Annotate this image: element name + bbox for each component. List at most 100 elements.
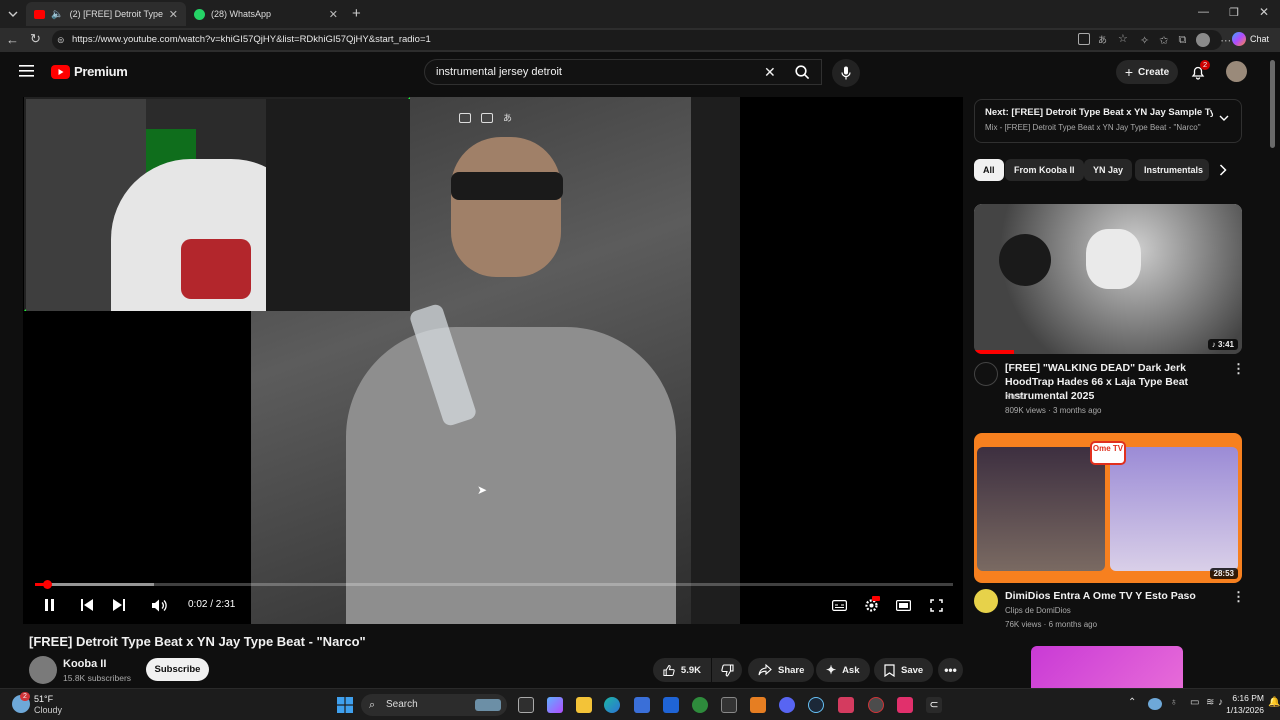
save-button[interactable]: Save [874, 658, 934, 682]
channel-avatar[interactable] [29, 656, 57, 684]
more-vertical-icon[interactable]: ⋮ [1232, 589, 1245, 605]
video-channel[interactable]: Nuski [1005, 392, 1025, 401]
video-thumbnail[interactable] [1031, 646, 1183, 688]
close-tab-icon[interactable]: ✕ [329, 8, 338, 21]
wifi-icon[interactable]: ≋ [1206, 697, 1214, 708]
search-button[interactable] [782, 59, 822, 85]
favorite-star-icon[interactable]: ☆ [1118, 33, 1130, 45]
site-info-icon[interactable]: ⊜ [57, 30, 65, 50]
progress-scrubber-handle[interactable] [42, 580, 52, 589]
video-thumbnail[interactable]: Ome TV 28:53 [974, 433, 1242, 583]
progress-bar[interactable] [35, 580, 953, 589]
copilot-chat-button[interactable]: Chat [1232, 32, 1269, 46]
voice-search-button[interactable] [832, 59, 860, 87]
app-available-icon[interactable] [1078, 33, 1090, 45]
chips-scroll-right-icon[interactable] [1219, 164, 1227, 176]
profile-avatar-icon[interactable] [1196, 33, 1211, 47]
translate-overlay-icon[interactable]: あ [503, 113, 512, 123]
tab-youtube[interactable]: 🔈 (2) [FREE] Detroit Type Beat x ✕ [26, 2, 186, 26]
app-green-icon[interactable] [692, 697, 708, 713]
captions-button[interactable] [829, 596, 849, 614]
theater-mode-button[interactable] [893, 596, 913, 614]
notifications-button[interactable]: 2 [1190, 60, 1211, 80]
chip-yn-jay[interactable]: YN Jay [1084, 159, 1133, 181]
epic-games-icon[interactable] [721, 697, 737, 713]
weather-temp[interactable]: 51°F [34, 694, 53, 704]
video-player[interactable]: あ ➤ 0:02 / 2:31 [23, 97, 963, 624]
file-explorer-icon[interactable] [576, 697, 592, 713]
favorites-icon[interactable]: ✩ [1159, 34, 1168, 47]
chip-from-channel[interactable]: From Kooba II [1005, 159, 1084, 181]
ask-button[interactable]: ✦ Ask [816, 658, 870, 682]
channel-avatar[interactable] [974, 362, 998, 386]
chevron-down-icon[interactable] [1219, 115, 1229, 122]
previous-button[interactable] [77, 596, 97, 614]
windows-start-icon[interactable] [337, 697, 353, 713]
task-view-icon[interactable] [518, 697, 534, 713]
close-tab-icon[interactable]: ✕ [169, 8, 178, 21]
discord-icon[interactable] [779, 697, 795, 713]
copilot-taskbar-icon[interactable] [547, 697, 563, 713]
up-next-panel[interactable]: Next: [FREE] Detroit Type Beat x YN Jay … [974, 99, 1242, 143]
search-input[interactable]: instrumental jersey detroit [424, 59, 822, 85]
video-channel[interactable]: Clips de DomiDios [1005, 606, 1071, 615]
microsoft-store-icon[interactable] [634, 697, 650, 713]
tab-whatsapp[interactable]: (28) WhatsApp ✕ [186, 2, 346, 26]
channel-name[interactable]: Kooba II [63, 658, 106, 670]
display-tray-icon[interactable]: ▭ [1190, 697, 1199, 708]
mail-app-icon[interactable] [838, 697, 854, 713]
vlc-icon[interactable] [750, 697, 766, 713]
youtube-logo[interactable]: Premium [51, 64, 128, 79]
picture-in-picture-icon[interactable] [459, 113, 471, 123]
steam-icon[interactable] [808, 697, 824, 713]
account-avatar[interactable] [1226, 61, 1247, 82]
subscribe-button[interactable]: Subscribe [146, 658, 209, 681]
dislike-button[interactable] [712, 658, 742, 682]
microphone-tray-icon[interactable]: ♁ [1170, 697, 1178, 708]
share-button[interactable]: Share [748, 658, 815, 682]
show-hidden-icons-chevron[interactable]: ⌃ [1128, 697, 1136, 708]
video-thumbnail[interactable]: ♪ 3:41 [974, 204, 1242, 354]
video-title[interactable]: DimiDios Entra A Ome TV Y Esto Paso [1005, 589, 1230, 603]
outlook-icon[interactable] [663, 697, 679, 713]
chip-all[interactable]: All [974, 159, 1004, 181]
notification-center-icon[interactable]: 🔔 [1268, 697, 1280, 708]
clear-search-icon[interactable]: ✕ [764, 64, 776, 81]
visual-search-icon[interactable] [481, 113, 493, 123]
hamburger-menu-icon[interactable] [19, 65, 34, 77]
video-title[interactable]: [FREE] "WALKING DEAD" Dark Jerk HoodTrap… [1005, 361, 1230, 403]
onedrive-icon[interactable] [1148, 698, 1162, 710]
more-actions-button[interactable]: ••• [938, 658, 963, 682]
next-button[interactable] [109, 596, 129, 614]
page-scrollbar-thumb[interactable] [1270, 60, 1275, 148]
fullscreen-button[interactable] [926, 596, 946, 614]
pause-button[interactable] [39, 596, 59, 614]
translate-icon[interactable]: あ [1098, 33, 1110, 45]
clock[interactable]: 6:16 PM 1/13/2026 [1222, 693, 1264, 715]
back-arrow-icon[interactable]: ← [6, 33, 19, 47]
audio-playing-icon[interactable]: 🔈 [51, 9, 63, 20]
new-tab-plus-icon[interactable]: + [352, 5, 361, 22]
capcut-icon[interactable]: ⊂ [926, 697, 942, 713]
close-window-icon[interactable]: ✕ [1259, 5, 1269, 19]
tiktok-icon[interactable] [897, 697, 913, 713]
taskbar-search[interactable]: ⌕ Search [361, 694, 507, 716]
minimize-window-icon[interactable]: — [1198, 6, 1209, 18]
collections-icon[interactable]: ⧉ [1178, 34, 1186, 47]
more-vertical-icon[interactable]: ⋮ [1232, 361, 1245, 377]
tab-list-chevron-icon[interactable] [6, 7, 20, 21]
volume-button[interactable] [149, 596, 171, 614]
restore-window-icon[interactable]: ❐ [1229, 6, 1239, 19]
more-dots-icon[interactable]: ⋯ [1220, 34, 1231, 47]
settings-button[interactable] [861, 596, 881, 614]
chip-instrumentals[interactable]: Instrumentals [1135, 159, 1209, 181]
like-button[interactable]: 5.9K [653, 658, 711, 682]
create-button[interactable]: + Create [1116, 60, 1178, 84]
address-bar[interactable]: ⊜ https://www.youtube.com/watch?v=khiGI5… [52, 30, 1222, 50]
notification-count-badge: 2 [1200, 60, 1211, 70]
channel-avatar[interactable] [974, 589, 998, 613]
extensions-puzzle-icon[interactable]: ✧ [1140, 34, 1149, 47]
reload-icon[interactable]: ↻ [30, 32, 41, 46]
edge-browser-icon[interactable] [604, 697, 620, 713]
chrome-icon[interactable] [868, 697, 884, 713]
